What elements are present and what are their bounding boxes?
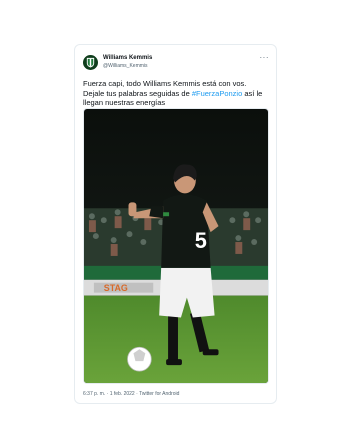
tweet-date[interactable]: 1 feb. 2022	[110, 391, 135, 397]
author-handle[interactable]: @Williams_Kemmis	[103, 63, 148, 69]
tweet-footer: 6:37 p. m. · 1 feb. 2022 · Twitter for A…	[83, 391, 179, 397]
tweet-source: Twitter for Android	[139, 391, 180, 397]
text-fragment: Dejale tus palabras seguidas de	[83, 88, 192, 98]
tweet-photo[interactable]: STAG 5	[83, 108, 269, 384]
tweet-card[interactable]: Williams Kemmis @Williams_Kemmis ··· Fue…	[74, 44, 277, 404]
avatar[interactable]	[83, 55, 98, 70]
ad-banner-text: STAG	[104, 283, 128, 293]
text-fragment: así le	[242, 88, 263, 98]
photo-football-player: STAG 5	[84, 109, 268, 383]
ellipsis-icon[interactable]: ···	[260, 54, 270, 62]
tweet-text: Fuerza capi, todo Williams Kemmis está c…	[83, 79, 273, 108]
hashtag-link[interactable]: #FuerzaPonzio	[192, 89, 242, 98]
tweet-text-line: llegan nuestras energías	[83, 98, 166, 108]
tweet-time[interactable]: 6:37 p. m.	[83, 391, 105, 397]
tweet-header: Williams Kemmis @Williams_Kemmis ···	[83, 54, 269, 72]
tweet-text-line: Fuerza capi, todo Williams Kemmis está c…	[83, 79, 247, 88]
author-name[interactable]: Williams Kemmis	[103, 55, 152, 61]
club-crest-icon	[86, 57, 95, 68]
tweet-text-line: Dejale tus palabras seguidas de #FuerzaP…	[83, 89, 273, 99]
jersey-number: 5	[195, 228, 207, 253]
